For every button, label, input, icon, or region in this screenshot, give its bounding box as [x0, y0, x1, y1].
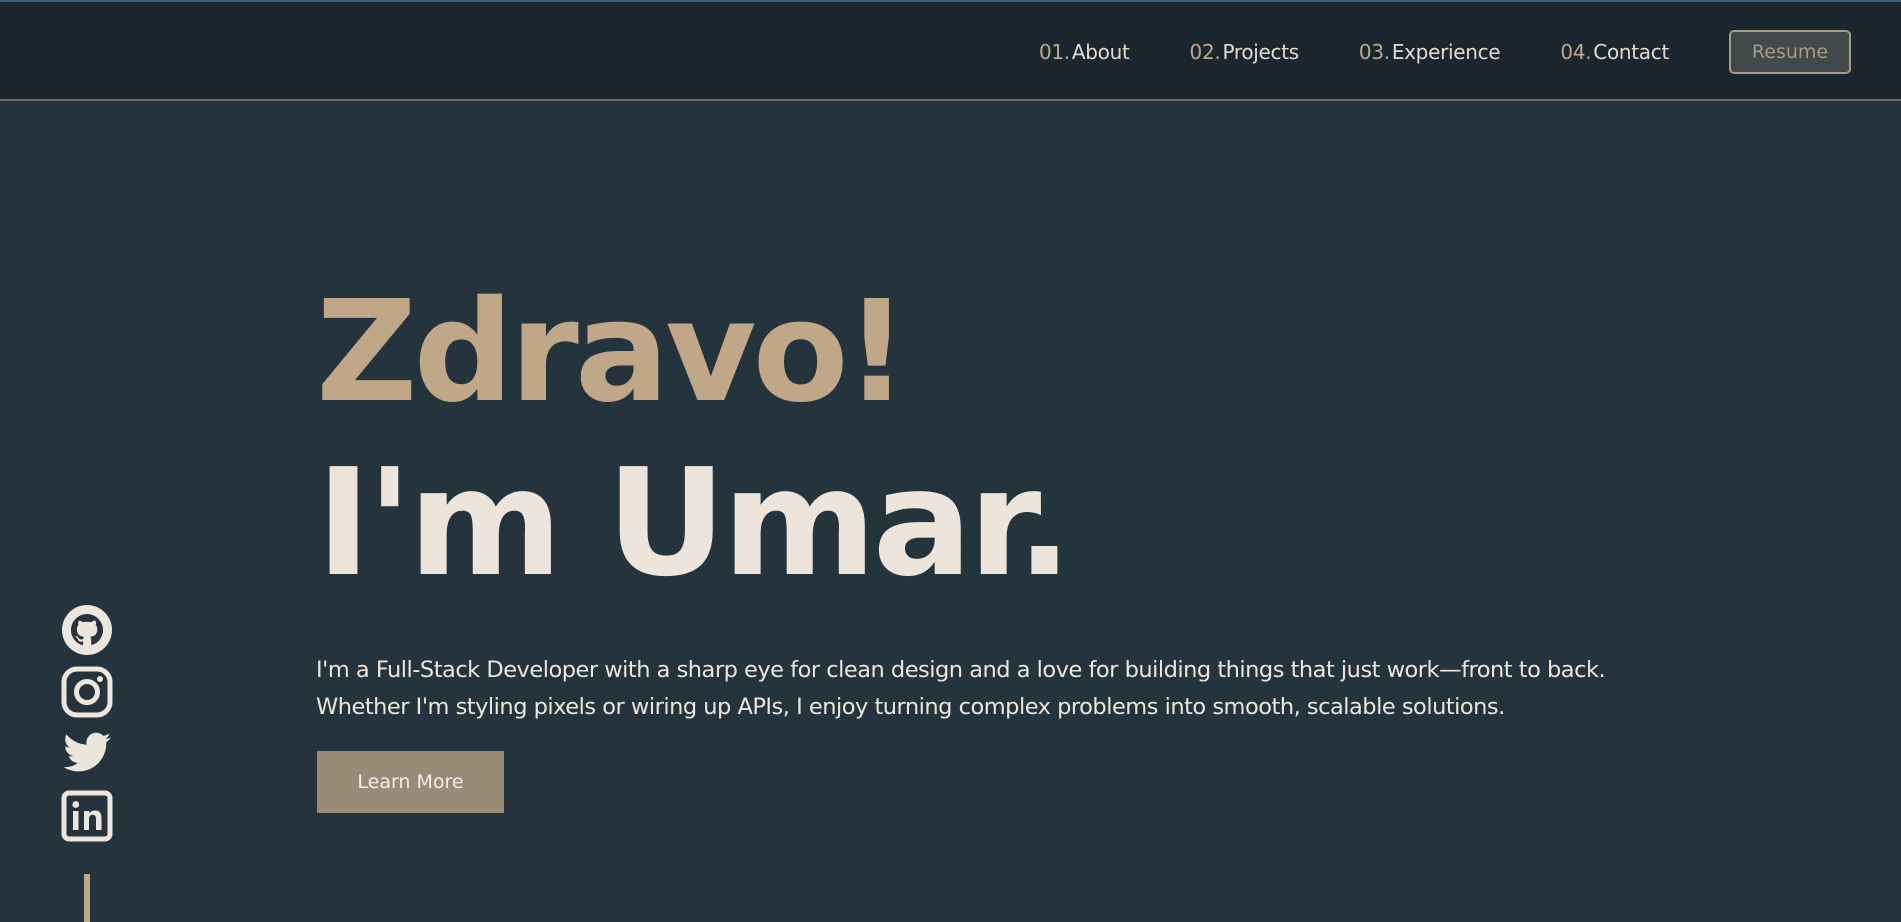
linkedin-icon	[61, 790, 113, 842]
linkedin-link[interactable]	[61, 790, 113, 842]
social-links	[61, 604, 113, 852]
nav-label: Contact	[1593, 39, 1669, 64]
hero-section: Zdravo! I'm Umar.	[316, 271, 1072, 618]
nav-label: About	[1071, 39, 1130, 64]
main-nav: 01. About 02. Projects 03. Experience 04…	[1039, 2, 1901, 101]
nav-link-contact[interactable]: 04. Contact	[1560, 40, 1669, 64]
hero-bio-line: Whether I'm styling pixels or wiring up …	[316, 694, 1505, 720]
nav-number: 03.	[1358, 39, 1390, 64]
nav-link-experience[interactable]: 03. Experience	[1358, 39, 1501, 64]
nav-link-about[interactable]: 01. About	[1039, 40, 1130, 64]
social-divider-line	[84, 874, 90, 922]
nav-label: Experience	[1391, 39, 1501, 64]
instagram-icon	[61, 666, 113, 718]
github-link[interactable]	[61, 604, 113, 656]
resume-button[interactable]: Resume	[1729, 29, 1851, 74]
nav-number: 02.	[1189, 39, 1221, 64]
nav-link-projects[interactable]: 02. Projects	[1189, 39, 1300, 64]
nav-number: 01.	[1038, 39, 1070, 64]
twitter-icon	[63, 732, 112, 772]
nav-label: Projects	[1222, 39, 1299, 64]
learn-more-button[interactable]: Learn More	[317, 751, 504, 813]
twitter-link[interactable]	[61, 728, 113, 780]
hero-bio: I'm a Full-Stack Developer with a sharp …	[316, 652, 1616, 726]
hero-name: I'm Umar.	[316, 437, 1072, 609]
nav-number: 04.	[1560, 39, 1592, 64]
site-header: 01. About 02. Projects 03. Experience 04…	[0, 2, 1901, 101]
hero-bio-line: I'm a Full-Stack Developer with a sharp …	[316, 657, 1606, 683]
instagram-link[interactable]	[61, 666, 113, 718]
github-icon	[62, 605, 112, 655]
hero-greeting: Zdravo!	[316, 271, 909, 434]
